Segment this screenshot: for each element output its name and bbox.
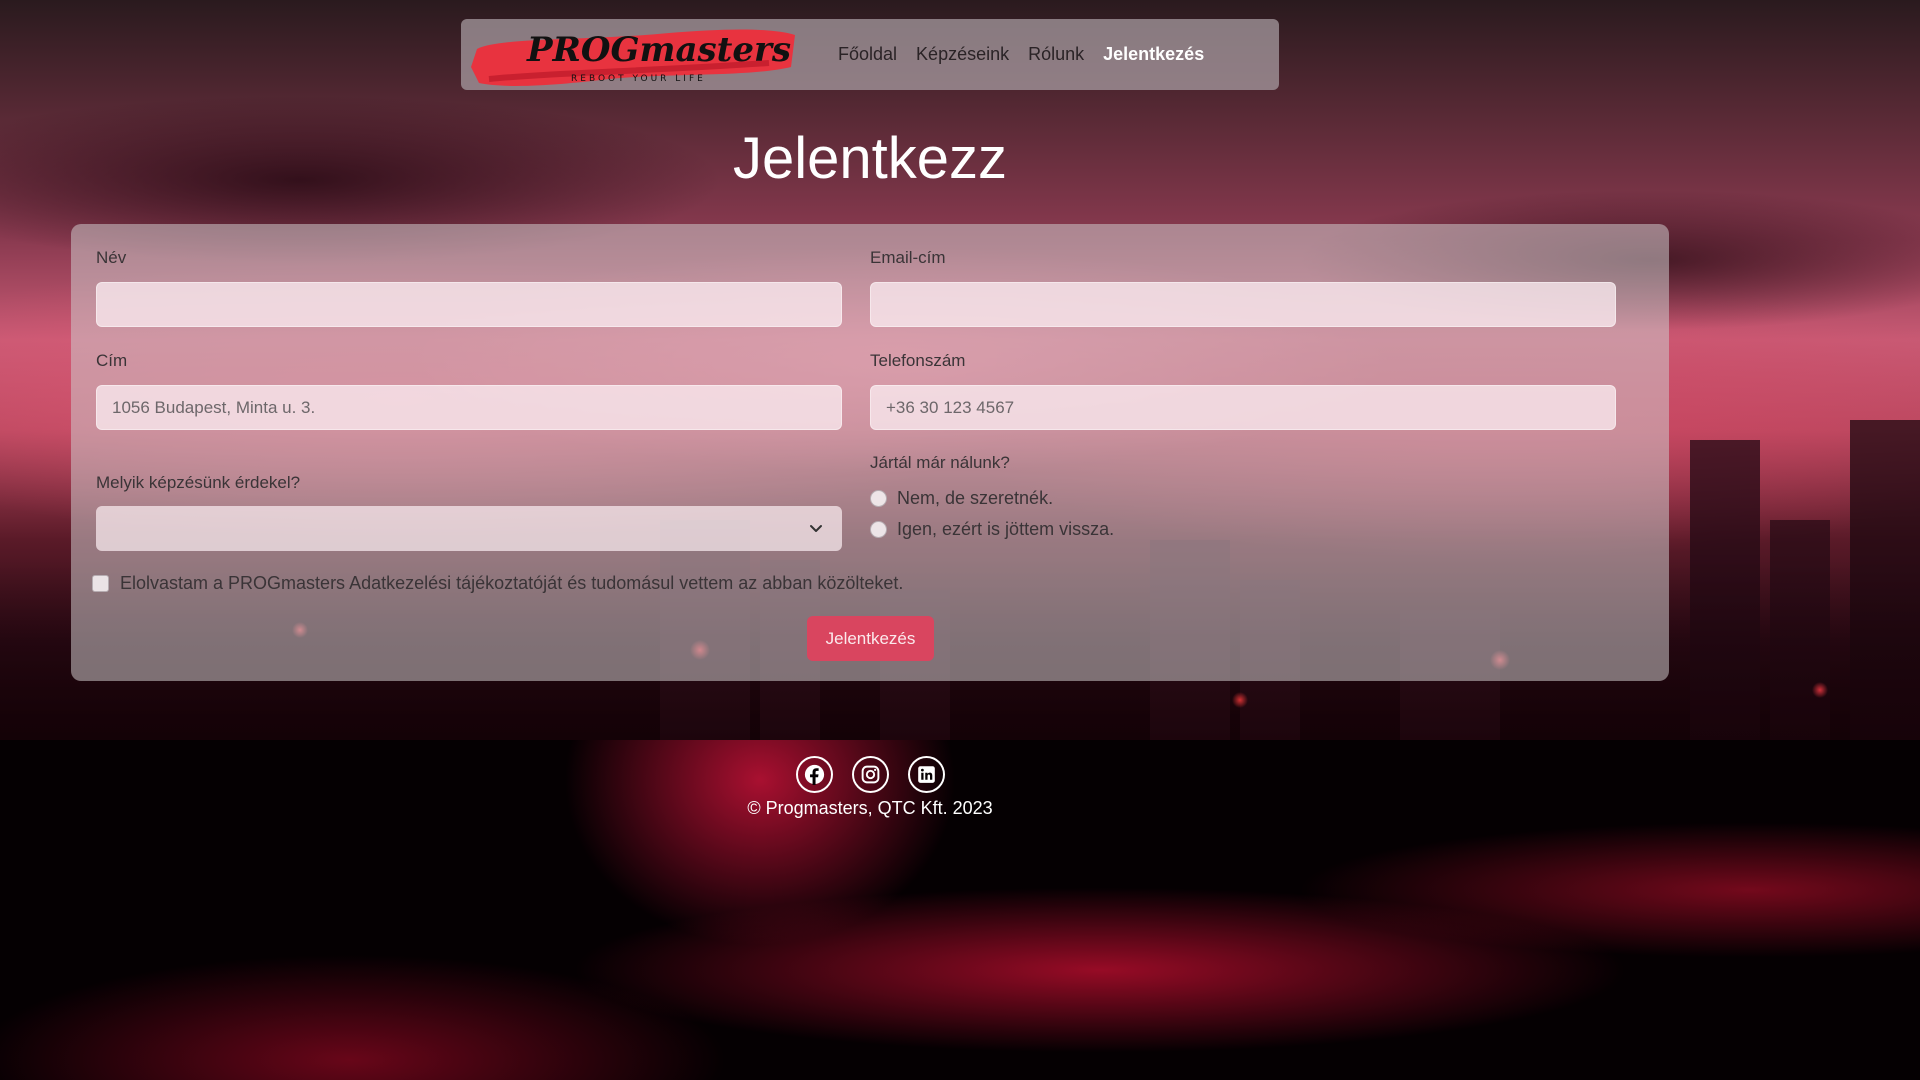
email-label: Email-cím: [870, 248, 946, 267]
course-label: Melyik képzésünk érdekel?: [96, 473, 301, 492]
visited-option-yes[interactable]: Igen, ezért is jöttem vissza.: [870, 519, 1114, 540]
visited-label: Jártál már nálunk?: [870, 453, 1010, 472]
nav-link-kepzeseink[interactable]: Képzéseink: [916, 44, 1009, 65]
linkedin-link[interactable]: [907, 756, 945, 793]
phone-label: Telefonszám: [870, 351, 966, 370]
nav-links: Főoldal Képzéseink Rólunk Jelentkezés: [838, 19, 1204, 90]
consent-row[interactable]: Elolvastam a PROGmasters Adatkezelési tá…: [92, 573, 903, 594]
instagram-link[interactable]: [851, 756, 889, 793]
chevron-down-icon: [810, 525, 822, 532]
logo-tagline: REBOOT YOUR LIFE: [571, 74, 706, 84]
brand-logo[interactable]: PROGmasters REBOOT YOUR LIFE: [469, 23, 799, 91]
consent-label: Elolvastam a PROGmasters Adatkezelési tá…: [120, 573, 904, 593]
facebook-link[interactable]: [795, 756, 833, 793]
linkedin-icon: [917, 766, 935, 783]
application-form: Név Email-cím Cím Telefonszám Melyik kép…: [71, 224, 1669, 681]
nav-link-rolunk[interactable]: Rólunk: [1028, 44, 1084, 65]
visited-option-no[interactable]: Nem, de szeretnék.: [870, 488, 1053, 509]
phone-input[interactable]: [870, 385, 1616, 430]
address-label: Cím: [96, 351, 128, 370]
radio-no[interactable]: [870, 490, 887, 507]
facebook-icon: [804, 764, 824, 785]
name-label: Név: [96, 248, 127, 267]
consent-checkbox[interactable]: [92, 575, 109, 592]
social-links: [0, 756, 1740, 793]
nav-link-fooldal[interactable]: Főoldal: [838, 44, 897, 65]
address-input[interactable]: [96, 385, 842, 430]
visited-option-no-label: Nem, de szeretnék.: [897, 488, 1054, 508]
logo-wordmark: PROGmasters: [526, 30, 791, 70]
nav-link-jelentkezes[interactable]: Jelentkezés: [1103, 44, 1204, 65]
name-input[interactable]: [96, 282, 842, 327]
navbar: PROGmasters REBOOT YOUR LIFE Főoldal Kép…: [461, 19, 1279, 90]
page-title: Jelentkezz: [732, 126, 1008, 191]
visited-option-yes-label: Igen, ezért is jöttem vissza.: [897, 519, 1115, 539]
course-select[interactable]: [96, 506, 842, 551]
submit-button[interactable]: Jelentkezés: [807, 616, 934, 661]
copyright-text: © Progmasters, QTC Kft. 2023: [747, 798, 993, 818]
logo-graphic: PROGmasters REBOOT YOUR LIFE: [471, 29, 795, 86]
instagram-icon: [861, 765, 879, 784]
email-input[interactable]: [870, 282, 1616, 327]
radio-yes[interactable]: [870, 521, 887, 538]
